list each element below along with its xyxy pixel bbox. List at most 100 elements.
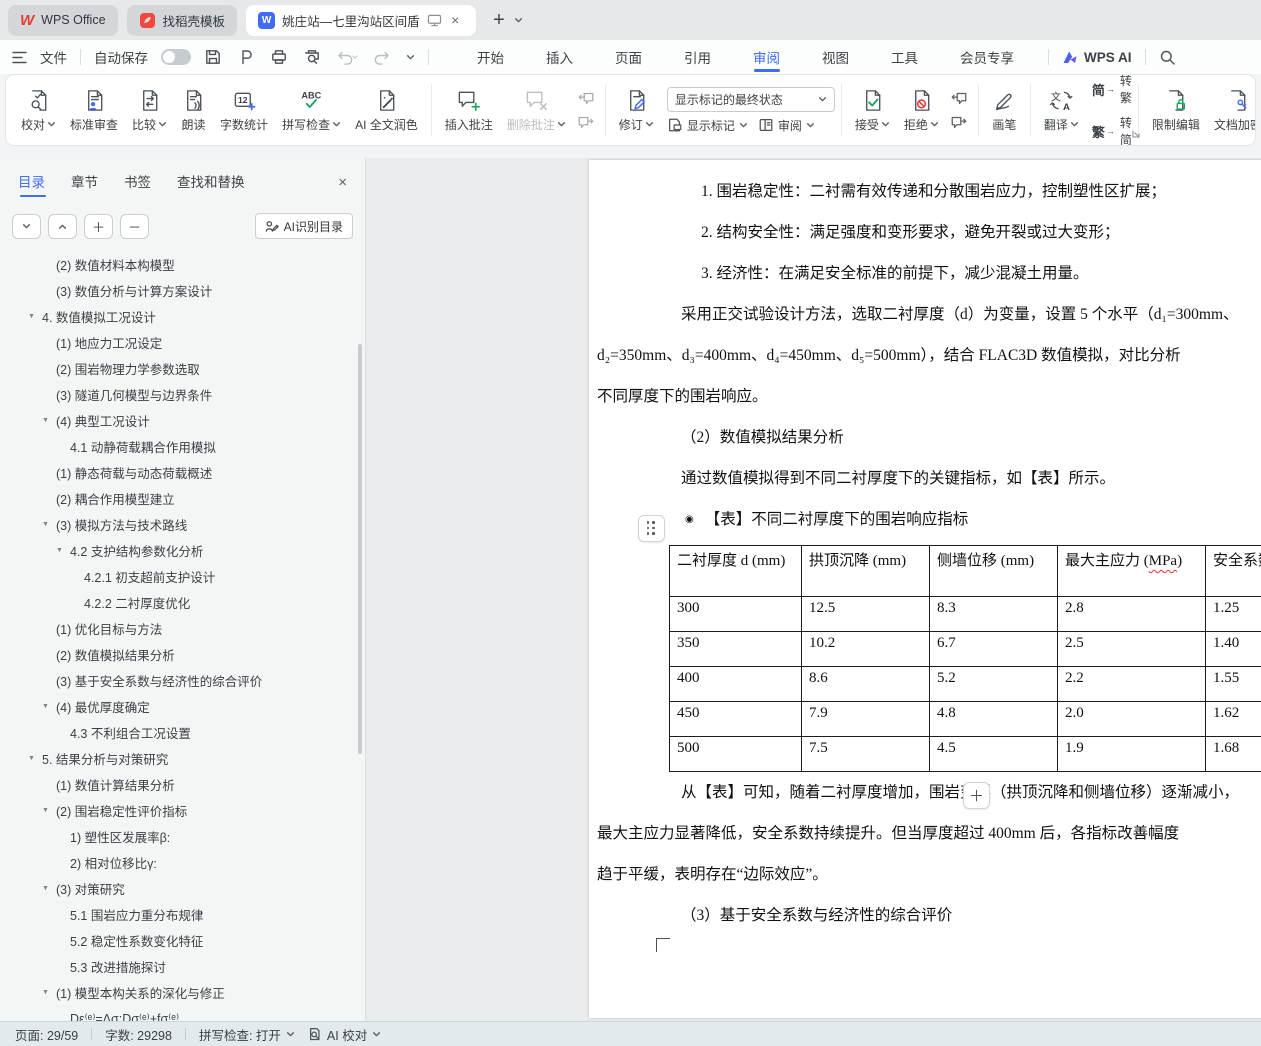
menu-tab[interactable]: 会员专享 [939,40,1035,74]
ai-proofread-status[interactable]: AI 校对 [308,1025,381,1044]
toc-item[interactable]: ▼ (2) 围岩物理力学参数选取 [0,355,365,381]
to-simplified-button[interactable]: 繁→ 转简 [1092,114,1132,146]
tab-docer-templates[interactable]: 找稻壳模板 [127,5,238,36]
toc-item[interactable]: ▼ (2) 数值材料本构模型 [0,251,365,277]
word-count-button[interactable]: 12 字数统计 [213,85,275,136]
table-insert-row-button[interactable]: ＋ [963,782,990,809]
toc-item[interactable]: ▼ (4) 典型工况设计 [0,407,365,433]
toc-item[interactable]: ▼ (3) 对策研究 [0,875,365,901]
review-pane-button[interactable]: 审阅 [758,117,815,134]
close-tab-icon[interactable]: × [451,12,459,28]
previous-comment-icon[interactable] [577,91,595,106]
ai-recognize-toc-button[interactable]: AI识别目录 [255,213,353,239]
file-menu[interactable]: 文件 [40,47,67,67]
document-page[interactable]: 1. 围岩稳定性：二衬需有效传递和分散围岩应力，控制塑性区扩展； 2. 结构安全… [589,160,1261,1018]
wps-ai-button[interactable]: WPS AI [1062,50,1132,65]
proofread-button[interactable]: 校对 [14,85,63,136]
print-preview-icon[interactable] [303,48,321,66]
collapse-arrow-icon[interactable]: ▼ [42,807,56,814]
dialog-launcher-icon[interactable] [1131,129,1141,139]
toc-item[interactable]: ▼ (3) 模拟方法与技术路线 [0,511,365,537]
tab-document-active[interactable]: W 姚庄站—七里沟站区间盾构隧 × [246,5,476,36]
toc-item[interactable]: ▼ (2) 围岩稳定性评价指标 [0,797,365,823]
navigation-tab[interactable]: 书签 [124,171,151,197]
save-icon[interactable] [204,48,222,66]
tab-list-chevron-icon[interactable] [514,16,523,25]
read-aloud-button[interactable]: 朗读 [174,85,213,136]
toc-item[interactable]: ▼ 5.1 围岩应力重分布规律 [0,901,365,927]
autosave-toggle[interactable] [161,49,191,65]
undo-icon[interactable] [336,48,358,66]
zoom-out-toc-button[interactable]: － [120,214,149,239]
navigation-tab[interactable]: 目录 [18,171,45,197]
encrypt-document-button[interactable]: 文档加密 [1207,85,1256,136]
pen-button[interactable]: 画笔 [985,85,1024,136]
insert-comment-button[interactable]: 插入批注 [438,85,500,136]
track-changes-button[interactable]: 修订 [612,85,661,136]
navigation-tab[interactable]: 查找和替换 [177,171,245,197]
next-revision-icon[interactable] [950,115,968,130]
toc-item[interactable]: ▼ (2) 数值模拟结果分析 [0,641,365,667]
restrict-editing-button[interactable]: 限制编辑 [1145,85,1207,136]
menu-tab[interactable]: 审阅 [732,40,801,74]
spell-check-button[interactable]: ABC 拼写检查 [275,85,348,136]
toc-item[interactable]: ▼ (1) 静态荷载与动态荷载概述 [0,459,365,485]
toc-item[interactable]: ▼ (4) 最优厚度确定 [0,693,365,719]
toc-item[interactable]: ▼ 5. 结果分析与对策研究 [0,745,365,771]
spellcheck-status[interactable]: 拼写检查: 打开 [199,1025,295,1044]
toc-item[interactable]: ▼ (3) 隧道几何模型与边界条件 [0,381,365,407]
share-screen-icon[interactable] [427,14,442,27]
tab-wps-home[interactable]: W WPS Office [8,5,118,36]
toc-item[interactable]: ▼ (1) 优化目标与方法 [0,615,365,641]
search-icon[interactable] [1159,49,1176,66]
table-drag-handle[interactable] [638,515,665,542]
toc-item[interactable]: ▼ (1) 模型本构关系的深化与修正 [0,979,365,1005]
toc-item[interactable]: ▼ 2) 相对位移比γ: [0,849,365,875]
results-table[interactable]: 二衬厚度 d (mm) 拱顶沉降 (mm) 侧墙位移 (mm) 最大主应力 (M… [669,545,1261,772]
toc-item[interactable]: ▼ (3) 数值分析与计算方案设计 [0,277,365,303]
translate-button[interactable]: 文 A 翻译 [1037,85,1086,136]
toc-item[interactable]: ▼ 5.3 改进措施探讨 [0,953,365,979]
toc-item[interactable]: ▼ (1) 数值计算结果分析 [0,771,365,797]
collapse-arrow-icon[interactable]: ▼ [28,313,42,320]
show-markup-button[interactable]: 显示标记 [667,117,748,134]
expand-all-button[interactable] [48,214,77,239]
toc-item[interactable]: ▼ 4.2 支护结构参数化分析 [0,537,365,563]
next-comment-icon[interactable] [577,115,595,130]
page-indicator[interactable]: 页面: 29/59 [15,1025,78,1044]
toc-item[interactable]: ▼ Dε⁽ᵉ⁾=Λσ:Dσ⁽ᵉ⁾+fσ⁽ᵉ⁾ [0,1005,365,1021]
redo-icon[interactable] [373,48,391,66]
accept-revision-button[interactable]: 接受 [848,85,897,136]
collapse-arrow-icon[interactable]: ▼ [42,417,56,424]
toc-item[interactable]: ▼ 4.2.1 初支超前支护设计 [0,563,365,589]
menu-tab[interactable]: 开始 [456,40,525,74]
toc-item[interactable]: ▼ (1) 地应力工况设定 [0,329,365,355]
zoom-in-toc-button[interactable]: ＋ [84,214,113,239]
toc-item[interactable]: ▼ 4.1 动静荷载耦合作用模拟 [0,433,365,459]
collapse-arrow-icon[interactable]: ▼ [42,989,56,996]
collapse-all-button[interactable] [12,214,41,239]
toolbar-more-chevron-icon[interactable] [406,53,415,62]
ai-polish-button[interactable]: AI 全文润色 [348,85,425,136]
compare-button[interactable]: 比较 [125,85,174,136]
markup-state-dropdown[interactable]: 显示标记的最终状态 [667,87,835,112]
collapse-arrow-icon[interactable]: ▼ [42,703,56,710]
close-pane-icon[interactable]: × [338,174,347,195]
standard-review-button[interactable]: 标准审查 [63,85,125,136]
toc-item[interactable]: ▼ 4.2.2 二衬厚度优化 [0,589,365,615]
toc-item[interactable]: ▼ (3) 基于安全系数与经济性的综合评价 [0,667,365,693]
menu-tab[interactable]: 视图 [801,40,870,74]
menu-tab[interactable]: 插入 [525,40,594,74]
hamburger-menu-icon[interactable] [12,51,27,64]
toc-item[interactable]: ▼ 4.3 不利组合工况设置 [0,719,365,745]
collapse-arrow-icon[interactable]: ▼ [28,755,42,762]
collapse-arrow-icon[interactable]: ▼ [42,885,56,892]
collapse-arrow-icon[interactable]: ▼ [56,547,70,554]
menu-tab[interactable]: 工具 [870,40,939,74]
reject-revision-button[interactable]: 拒绝 [897,85,946,136]
new-tab-button[interactable]: + [493,10,505,30]
toc-item[interactable]: ▼ 5.2 稳定性系数变化特征 [0,927,365,953]
navigation-tab[interactable]: 章节 [71,171,98,197]
collapse-arrow-icon[interactable]: ▼ [42,521,56,528]
previous-revision-icon[interactable] [950,91,968,106]
